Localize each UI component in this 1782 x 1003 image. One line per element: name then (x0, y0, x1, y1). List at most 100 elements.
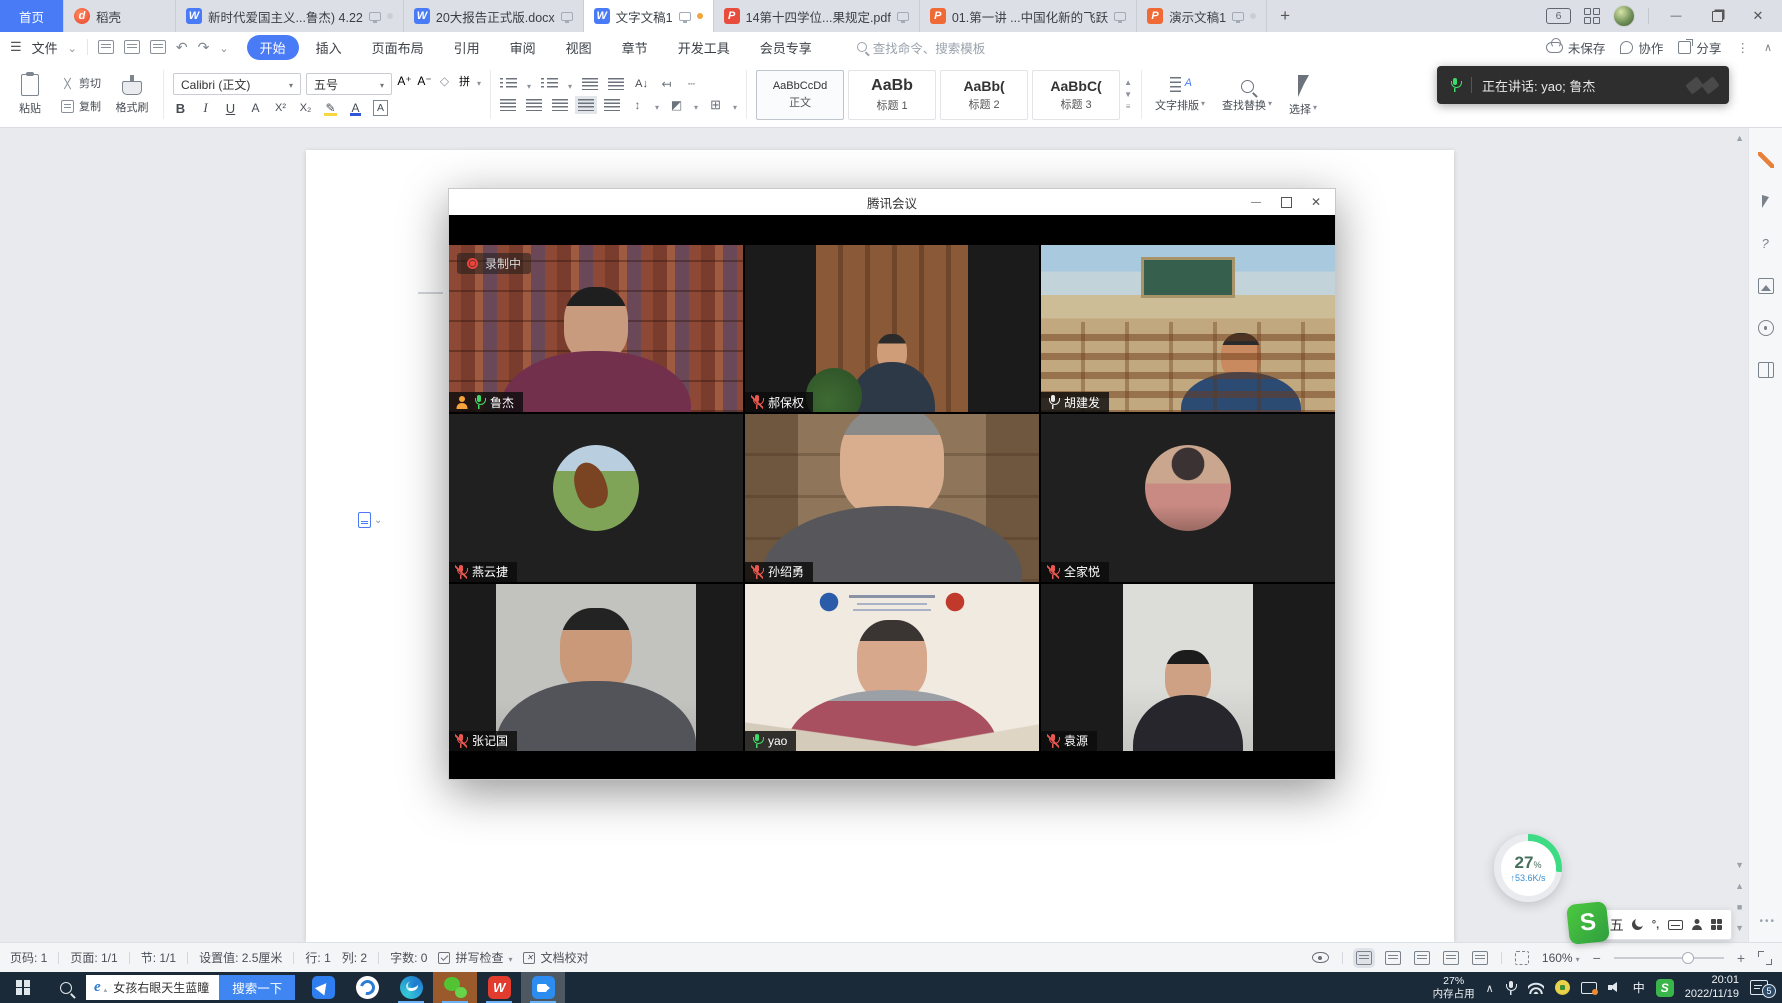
close-button[interactable] (1303, 192, 1329, 212)
app-wechat[interactable] (433, 972, 477, 1003)
user-avatar[interactable] (1613, 5, 1635, 27)
align-center-icon[interactable] (526, 99, 542, 111)
sogou-tray-icon[interactable] (1656, 979, 1674, 997)
tray-mic-icon[interactable] (1505, 981, 1517, 995)
bullet-list-icon[interactable] (500, 78, 517, 90)
workspace-grid-icon[interactable] (1584, 8, 1600, 24)
more-options-icon[interactable] (1736, 40, 1749, 55)
tab-section[interactable]: 章节 (609, 35, 661, 60)
participant-tile[interactable]: 孙绍勇 (745, 414, 1039, 581)
app-tencent-meeting[interactable] (521, 972, 565, 1003)
fit-page-icon[interactable] (1515, 951, 1529, 965)
superscript-button[interactable] (273, 100, 288, 116)
increase-indent-icon[interactable] (608, 78, 624, 90)
align-right-icon[interactable] (552, 99, 568, 111)
tab-pdf[interactable]: 14第十四学位...果规定.pdf (714, 0, 920, 32)
keyboard-icon[interactable] (1668, 920, 1683, 930)
tab-view[interactable]: 视图 (553, 35, 605, 60)
print-icon[interactable] (150, 40, 166, 54)
numbered-list-icon[interactable] (541, 78, 558, 90)
gallery-icon[interactable] (1758, 278, 1774, 294)
format-painter-button[interactable]: 格式刷 (110, 75, 154, 115)
style-heading2[interactable]: AaBb(标题 2 (940, 70, 1028, 120)
tab-document-active[interactable]: 文字文稿1 (584, 0, 714, 32)
window-count-icon[interactable]: 6 (1546, 8, 1571, 24)
new-tab-button[interactable] (1267, 0, 1303, 32)
tab-start[interactable]: 开始 (247, 35, 299, 60)
sidebar-more-icon[interactable]: ••• (1759, 916, 1776, 927)
zoom-out-button[interactable]: − (1593, 950, 1601, 966)
clock[interactable]: 20:012022/11/19 (1685, 974, 1739, 1002)
proofread-button[interactable]: 文档校对 (523, 949, 588, 966)
collapse-ribbon-icon[interactable] (1764, 40, 1772, 54)
font-name-select[interactable]: Calibri (正文) (173, 73, 301, 95)
style-heading1[interactable]: AaBb标题 1 (848, 70, 936, 120)
view-read-icon[interactable] (1414, 951, 1430, 965)
share-button[interactable]: 分享 (1678, 38, 1721, 57)
task-pane-icon[interactable] (1758, 362, 1774, 378)
tab-ppt-1[interactable]: 01.第一讲 ...中国化新的飞跃 (920, 0, 1137, 32)
person-icon[interactable] (1691, 919, 1702, 930)
font-color-button[interactable] (348, 100, 363, 116)
view-edit-icon[interactable] (1472, 951, 1488, 965)
restore-button[interactable] (1703, 4, 1731, 28)
hidden-icons-chevron[interactable] (1486, 981, 1494, 995)
zoom-level[interactable]: 160% (1542, 951, 1580, 965)
style-normal[interactable]: AaBbCcDd正文 (756, 70, 844, 120)
tab-member[interactable]: 会员专享 (747, 35, 825, 60)
cut-button[interactable]: 剪切 (61, 75, 101, 91)
tab-document-1[interactable]: 新时代爱国主义...鲁杰) 4.22 (176, 0, 404, 32)
speaking-banner[interactable]: 正在讲话: yao; 鲁杰 (1437, 66, 1729, 104)
moon-icon[interactable] (1632, 919, 1643, 930)
input-mode-indicator[interactable]: 五 (1610, 915, 1624, 935)
minimize-button[interactable] (1243, 192, 1269, 212)
view-page-icon[interactable] (1356, 951, 1372, 965)
command-search[interactable]: 查找命令、搜索模板 (857, 38, 986, 57)
memory-ring-widget[interactable]: 27% ↑53.6K/s (1494, 834, 1562, 902)
select-button[interactable]: 选择 (1285, 73, 1321, 117)
clear-format-icon[interactable] (437, 73, 452, 89)
font-size-select[interactable]: 五号 (306, 73, 392, 95)
taskbar-search-button[interactable] (46, 972, 86, 1003)
increase-font-icon[interactable] (397, 73, 412, 89)
tab-home[interactable]: 首页 (0, 0, 64, 32)
next-page-button[interactable]: ▼ (1735, 923, 1744, 933)
search-go-button[interactable]: 搜索一下 (219, 975, 295, 1000)
tab-review[interactable]: 审阅 (497, 35, 549, 60)
wrap-icon[interactable] (659, 76, 674, 92)
skin-icon[interactable] (1758, 152, 1774, 168)
view-web-icon[interactable] (1443, 951, 1459, 965)
memory-usage[interactable]: 27%内存占用 (1433, 975, 1475, 1000)
character-border-button[interactable] (373, 100, 388, 116)
participant-tile[interactable]: 胡建发 (1041, 245, 1335, 412)
styles-scroll[interactable]: ▲▼≡ (1124, 78, 1132, 111)
participant-tile[interactable]: 燕云捷 (449, 414, 743, 581)
sogou-logo[interactable] (1566, 901, 1610, 945)
start-button[interactable] (0, 972, 46, 1003)
participant-tile-active-speaker[interactable]: yao (745, 584, 1039, 751)
document-hint[interactable]: ⌄ (358, 512, 382, 528)
zoom-slider[interactable] (1614, 957, 1724, 959)
tab-ppt-2[interactable]: 演示文稿1 (1137, 0, 1267, 32)
line-spacing-icon[interactable] (630, 97, 645, 113)
toolbar-more-chevron[interactable] (219, 40, 228, 55)
text-typeset-button[interactable]: 文字排版 (1151, 77, 1209, 113)
previous-page-button[interactable]: ▲ (1735, 881, 1744, 891)
tab-marks-icon[interactable] (684, 76, 699, 92)
tab-page-layout[interactable]: 页面布局 (359, 35, 437, 60)
redo-icon[interactable] (198, 39, 210, 56)
toolbox-grid-icon[interactable] (1711, 919, 1723, 931)
speaker-icon[interactable] (1608, 981, 1622, 994)
decrease-font-icon[interactable] (417, 73, 432, 89)
shading-icon[interactable] (669, 97, 684, 113)
notification-center[interactable]: 5 (1750, 979, 1776, 997)
save-status[interactable]: 未保存 (1546, 38, 1606, 57)
scroll-down-arrow[interactable]: ▼ (1735, 860, 1744, 870)
participant-tile[interactable]: 郝保权 (745, 245, 1039, 412)
tab-developer[interactable]: 开发工具 (665, 35, 743, 60)
select-browse-object-button[interactable]: ■ (1737, 902, 1742, 912)
help-icon[interactable] (1758, 236, 1774, 252)
italic-button[interactable] (198, 100, 213, 116)
app-wps[interactable] (477, 972, 521, 1003)
justify-icon[interactable] (578, 99, 594, 111)
